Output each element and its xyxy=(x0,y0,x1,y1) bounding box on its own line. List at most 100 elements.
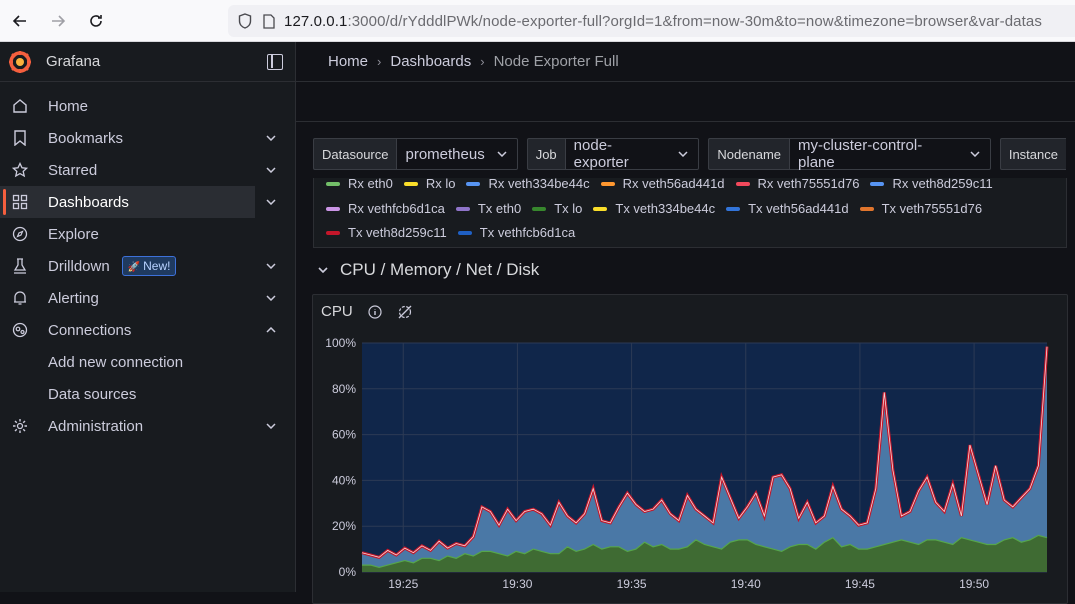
legend-item[interactable]: Tx veth8d259c11 xyxy=(326,225,447,240)
legend-item[interactable]: Rx vethfcb6d1ca xyxy=(326,201,445,216)
bell-icon xyxy=(12,290,28,306)
cpu-chart[interactable]: 100% 80% 60% 40% 20% 0% 19:25 19:30 19:35 19:40 19… xyxy=(313,295,1069,593)
job-select[interactable]: node-exporter xyxy=(564,137,700,171)
legend-label: Tx veth8d259c11 xyxy=(348,225,447,240)
y-tick-label: 80% xyxy=(332,382,356,396)
datasource-select[interactable]: prometheus xyxy=(396,138,518,170)
legend-item[interactable]: Tx eth0 xyxy=(455,201,521,216)
reload-icon[interactable] xyxy=(84,9,108,33)
chevron-down-icon xyxy=(970,148,980,160)
chevron-down-icon[interactable] xyxy=(263,194,279,210)
breadcrumb-home[interactable]: Home xyxy=(328,53,368,70)
sidebar-item-administration[interactable]: Administration xyxy=(0,410,295,442)
variable-datasource: Datasource prometheus xyxy=(313,138,518,170)
legend-swatch xyxy=(870,181,885,186)
legend-item[interactable]: Tx veth75551d76 xyxy=(859,201,983,216)
sidebar-subitem-add-new-connection[interactable]: Add new connection xyxy=(0,346,295,378)
star-icon xyxy=(12,162,28,178)
legend-label: Tx lo xyxy=(554,201,583,216)
x-tick-label: 19:40 xyxy=(731,577,761,591)
x-tick-label: 19:30 xyxy=(502,577,532,591)
sidebar-item-dashboards[interactable]: Dashboards xyxy=(0,186,276,218)
chevron-down-icon[interactable] xyxy=(263,162,279,178)
chevron-down-icon[interactable] xyxy=(318,264,328,276)
dashboards-icon xyxy=(12,194,28,210)
back-icon[interactable] xyxy=(8,9,32,33)
shield-icon[interactable] xyxy=(236,12,254,30)
x-tick-label: 19:25 xyxy=(388,577,418,591)
sidebar-item-home[interactable]: Home xyxy=(0,90,295,122)
row-header-cpu-memory-net-disk[interactable]: CPU / Memory / Net / Disk xyxy=(318,260,539,280)
chevron-down-icon xyxy=(678,148,688,160)
legend-swatch xyxy=(455,206,470,211)
legend-swatch xyxy=(457,230,472,235)
variable-value: node-exporter xyxy=(573,137,629,171)
legend-label: Tx veth56ad441d xyxy=(748,201,849,216)
legend-label: Tx veth334be44c xyxy=(615,201,716,216)
sidebar-item-connections[interactable]: Connections xyxy=(0,314,295,346)
cpu-panel: CPU 100% 80% 60% 40% 20% 0% 19:25 19:30 19:35 19:… xyxy=(312,294,1068,604)
sidebar-item-alerting[interactable]: Alerting xyxy=(0,282,295,314)
bookmark-icon xyxy=(12,130,28,146)
sidebar-item-drilldown[interactable]: Drilldown 🚀 New! xyxy=(0,250,295,282)
sidebar-item-label: Drilldown xyxy=(48,257,110,275)
sidebar-item-explore[interactable]: Explore xyxy=(0,218,295,250)
url-host: 127.0.0.1 xyxy=(284,12,348,30)
chevron-down-icon[interactable] xyxy=(263,258,279,274)
y-tick-label: 0% xyxy=(339,565,357,579)
legend-label: Tx veth75551d76 xyxy=(881,201,983,216)
x-tick-label: 19:50 xyxy=(959,577,989,591)
legend-item[interactable]: Rx veth334be44c xyxy=(466,178,590,191)
legend-label: Rx vethfcb6d1ca xyxy=(348,201,445,216)
sidebar-subitem-data-sources[interactable]: Data sources xyxy=(0,378,295,410)
chevron-down-icon[interactable] xyxy=(263,418,279,434)
forward-icon[interactable] xyxy=(46,9,70,33)
chevron-up-icon[interactable] xyxy=(263,322,279,338)
chevron-down-icon[interactable] xyxy=(263,130,279,146)
variable-label: Datasource xyxy=(313,138,397,170)
legend-item[interactable]: Rx veth56ad441d xyxy=(600,178,725,191)
brand-name: Grafana xyxy=(46,53,101,70)
url-text[interactable]: 127.0.0.1:3000/d/rYdddlPWk/node-exporter… xyxy=(284,13,1042,30)
legend-label: Rx lo xyxy=(425,178,456,191)
legend-item[interactable]: Rx lo xyxy=(403,178,456,191)
legend-item[interactable]: Tx veth56ad441d xyxy=(726,201,849,216)
sidebar-item-label: Bookmarks xyxy=(48,129,124,147)
legend-swatch xyxy=(326,230,340,235)
y-tick-label: 20% xyxy=(332,519,356,533)
grafana-logo-icon[interactable] xyxy=(8,50,32,74)
y-tick-label: 60% xyxy=(332,428,356,442)
page-icon[interactable] xyxy=(260,12,278,30)
sidebar-item-label: Home xyxy=(48,97,89,115)
address-bar[interactable]: 127.0.0.1:3000/d/rYdddlPWk/node-exporter… xyxy=(228,5,1075,37)
sidebar-item-starred[interactable]: Starred xyxy=(0,154,295,186)
drilldown-icon xyxy=(12,258,28,274)
legend-item[interactable]: Rx veth75551d76 xyxy=(735,178,860,191)
legend-swatch xyxy=(600,181,615,186)
breadcrumb: Home › Dashboards › Node Exporter Full xyxy=(296,42,1075,82)
sidebar-item-label: Starred xyxy=(48,161,98,179)
chevron-down-icon[interactable] xyxy=(263,290,279,306)
legend-label: Tx vethfcb6d1ca xyxy=(479,225,576,240)
legend-swatch xyxy=(403,181,418,186)
y-tick-label: 40% xyxy=(332,473,356,487)
legend-item[interactable]: Rx veth8d259c11 xyxy=(870,178,993,191)
legend-item[interactable]: Tx veth334be44c xyxy=(593,201,715,216)
dock-menu-icon[interactable] xyxy=(267,54,283,70)
legend-item[interactable]: Tx lo xyxy=(532,201,582,216)
legend-label: Rx veth8d259c11 xyxy=(892,178,993,191)
legend-item[interactable]: Rx eth0 xyxy=(326,178,393,191)
sidebar-item-label: Add new connection xyxy=(48,353,184,371)
legend-item[interactable]: Tx vethfcb6d1ca xyxy=(457,225,576,240)
variable-label: Instance xyxy=(999,138,1066,170)
breadcrumb-separator-icon: › xyxy=(377,54,382,69)
legend-label: Rx veth75551d76 xyxy=(757,178,860,191)
network-legend-panel: Rx eth0 Rx lo Rx veth334be44c Rx veth56ad44… xyxy=(313,178,1067,248)
variable-nodename: Nodename my-cluster-control-plane xyxy=(708,137,991,171)
nodename-select[interactable]: my-cluster-control-plane xyxy=(789,137,991,171)
variable-value: prometheus xyxy=(405,145,485,163)
sidebar-item-bookmarks[interactable]: Bookmarks xyxy=(0,122,295,154)
row-title: CPU / Memory / Net / Disk xyxy=(340,260,540,279)
breadcrumb-dashboards[interactable]: Dashboards xyxy=(390,53,471,70)
sidebar-item-label: Alerting xyxy=(48,289,99,307)
